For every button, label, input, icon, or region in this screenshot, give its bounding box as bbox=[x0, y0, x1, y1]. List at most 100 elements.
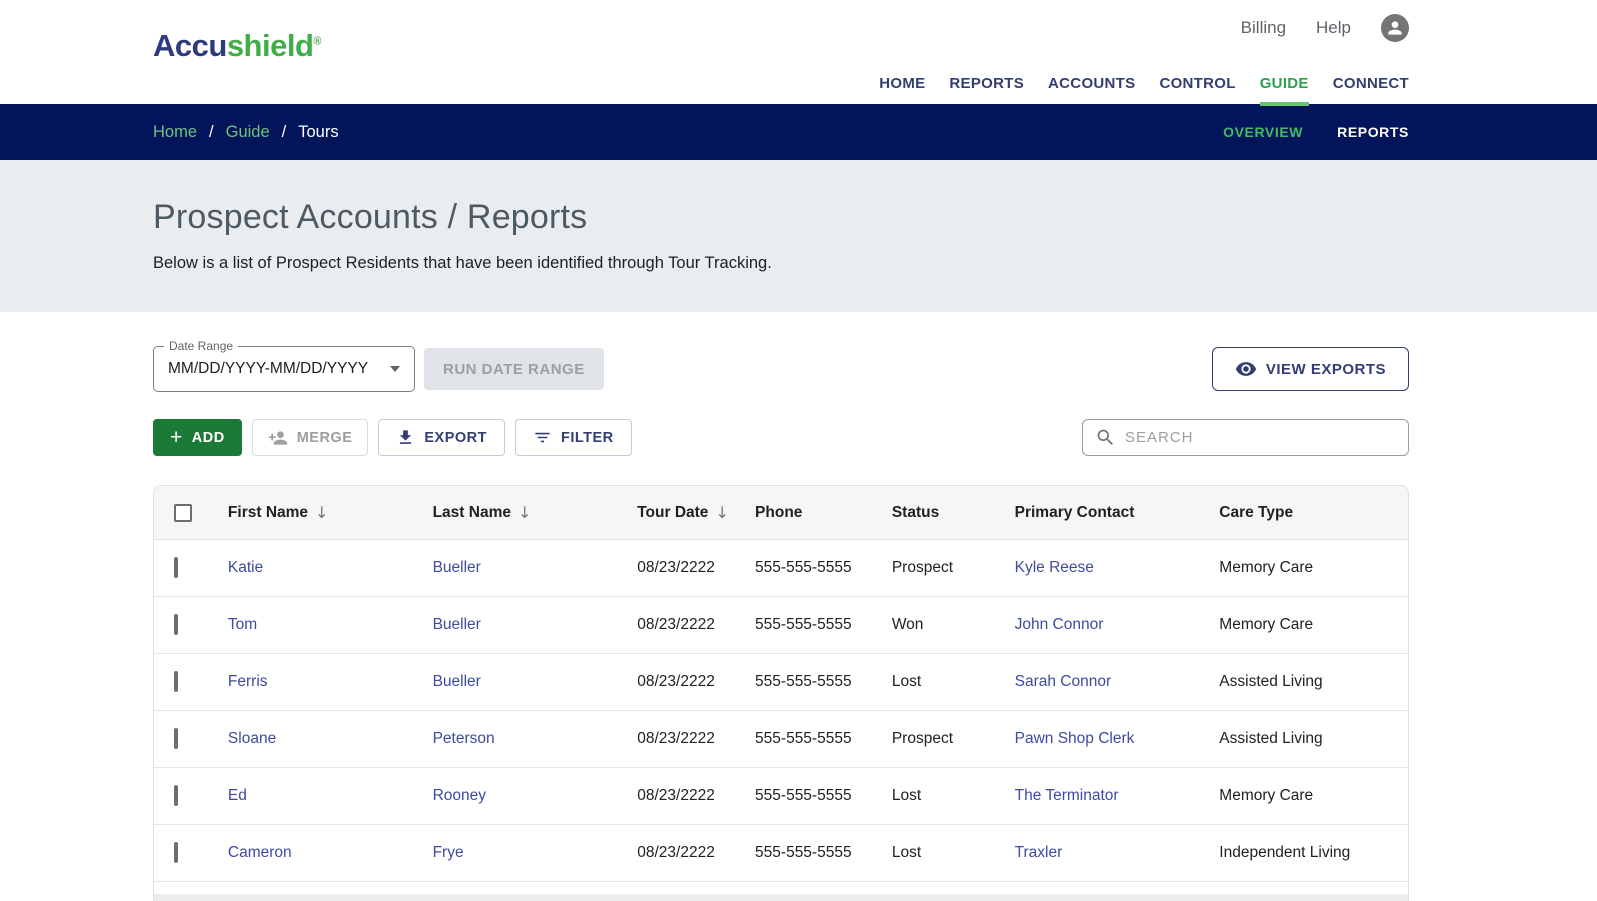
merge-label: MERGE bbox=[296, 429, 353, 446]
filter-button[interactable]: FILTER bbox=[514, 419, 632, 456]
nav-item-connect[interactable]: CONNECT bbox=[1333, 75, 1409, 94]
sort-down-icon: ↓ bbox=[517, 503, 532, 522]
column-header-phone: Phone bbox=[755, 503, 803, 521]
nav-item-reports[interactable]: REPORTS bbox=[949, 75, 1024, 94]
add-label: ADD bbox=[191, 429, 225, 446]
sort-down-icon: ↓ bbox=[315, 503, 329, 522]
export-label: EXPORT bbox=[424, 429, 487, 446]
select-all-checkbox[interactable] bbox=[174, 503, 192, 522]
primary-contact-link[interactable]: John Connor bbox=[1015, 616, 1104, 633]
nav-item-guide-active[interactable]: GUIDE bbox=[1259, 75, 1309, 106]
page-subtitle: Below is a list of Prospect Residents th… bbox=[153, 254, 772, 272]
phone-value: 555-555-5555 bbox=[755, 559, 852, 576]
registered-mark: ® bbox=[313, 35, 322, 48]
search-input[interactable] bbox=[1125, 429, 1396, 446]
view-exports-label: VIEW EXPORTS bbox=[1265, 360, 1386, 378]
last-name-link[interactable]: Frye bbox=[433, 844, 464, 861]
status-value: Lost bbox=[891, 787, 922, 804]
nav-item-control[interactable]: CONTROL bbox=[1159, 75, 1235, 94]
phone-value: 555-555-5555 bbox=[755, 730, 852, 747]
user-avatar[interactable] bbox=[1381, 14, 1409, 42]
breadcrumb-separator: / bbox=[281, 122, 287, 141]
page-title: Prospect Accounts / Reports bbox=[153, 198, 588, 236]
breadcrumb: Home / Guide / Tours bbox=[153, 123, 339, 142]
row-checkbox[interactable] bbox=[174, 842, 178, 863]
content-area: Date Range MM/DD/YYYY-MM/DD/YYYY RUN DAT… bbox=[153, 312, 1409, 901]
status-value: Lost bbox=[891, 844, 922, 861]
table-footer-strip bbox=[154, 894, 1408, 901]
run-date-range-button[interactable]: RUN DATE RANGE bbox=[424, 348, 604, 390]
breadcrumb-separator: / bbox=[209, 122, 214, 141]
add-button[interactable]: + ADD bbox=[153, 419, 242, 456]
row-checkbox[interactable] bbox=[174, 785, 178, 806]
prospects-table: First Name ↓ Last Name ↓ Tour Date ↓ Phone … bbox=[153, 485, 1409, 901]
primary-contact-link[interactable]: Traxler bbox=[1015, 844, 1063, 861]
phone-value: 555-555-5555 bbox=[755, 673, 852, 690]
tab-overview-active[interactable]: OVERVIEW bbox=[1223, 124, 1303, 140]
tab-reports[interactable]: REPORTS bbox=[1337, 124, 1409, 140]
first-name-link[interactable]: Ferris bbox=[228, 673, 268, 690]
status-value: Prospect bbox=[891, 559, 953, 576]
breadcrumb-guide[interactable]: Guide bbox=[226, 123, 270, 142]
logo-part-accu: Accu bbox=[153, 28, 227, 63]
tour-date-value: 08/23/2222 bbox=[637, 673, 715, 690]
nav-item-accounts[interactable]: ACCOUNTS bbox=[1048, 75, 1135, 94]
table-header-row: First Name ↓ Last Name ↓ Tour Date ↓ Phone … bbox=[154, 486, 1408, 540]
tour-date-value: 08/23/2222 bbox=[637, 616, 715, 633]
breadcrumb-bar: Home / Guide / Tours OVERVIEW REPORTS bbox=[0, 104, 1597, 160]
last-name-link[interactable]: Bueller bbox=[433, 673, 481, 690]
eye-icon bbox=[1235, 362, 1256, 376]
care-type-value: Memory Care bbox=[1219, 559, 1314, 576]
last-name-link[interactable]: Peterson bbox=[433, 730, 495, 747]
row-checkbox[interactable] bbox=[174, 614, 178, 635]
row-checkbox[interactable] bbox=[174, 557, 178, 578]
status-value: Lost bbox=[891, 673, 922, 690]
view-exports-button[interactable]: VIEW EXPORTS bbox=[1211, 347, 1409, 391]
date-range-value: MM/DD/YYYY-MM/DD/YYYY bbox=[168, 360, 369, 377]
last-name-link[interactable]: Rooney bbox=[433, 787, 486, 804]
row-checkbox[interactable] bbox=[174, 728, 178, 749]
primary-contact-link[interactable]: Kyle Reese bbox=[1015, 559, 1094, 576]
column-header-tour-date[interactable]: Tour Date ↓ bbox=[637, 503, 755, 522]
plus-icon: + bbox=[170, 426, 183, 449]
breadcrumb-tours: Tours bbox=[298, 122, 339, 141]
main-nav: HOME REPORTS ACCOUNTS CONTROL GUIDE CONN… bbox=[879, 75, 1409, 106]
column-header-last-name[interactable]: Last Name ↓ bbox=[433, 503, 638, 522]
table-row: Tom Bueller 08/23/2222 555-555-5555 Won … bbox=[154, 597, 1408, 654]
tour-date-value: 08/23/2222 bbox=[637, 844, 715, 861]
date-range-select[interactable]: Date Range MM/DD/YYYY-MM/DD/YYYY bbox=[153, 339, 415, 392]
care-type-value: Memory Care bbox=[1219, 787, 1314, 804]
merge-button[interactable]: MERGE bbox=[251, 419, 369, 456]
first-name-link[interactable]: Ed bbox=[228, 787, 247, 804]
nav-item-home[interactable]: HOME bbox=[879, 75, 925, 94]
primary-contact-link[interactable]: Pawn Shop Clerk bbox=[1015, 730, 1135, 747]
primary-contact-link[interactable]: The Terminator bbox=[1015, 787, 1119, 804]
status-value: Won bbox=[891, 616, 924, 633]
table-row: Katie Bueller 08/23/2222 555-555-5555 Pr… bbox=[154, 540, 1408, 597]
last-name-link[interactable]: Bueller bbox=[433, 559, 481, 576]
row-checkbox[interactable] bbox=[174, 671, 178, 692]
sort-down-icon: ↓ bbox=[715, 503, 729, 522]
search-box bbox=[1082, 419, 1409, 456]
first-name-link[interactable]: Tom bbox=[228, 616, 257, 633]
first-name-link[interactable]: Cameron bbox=[228, 844, 292, 861]
primary-contact-link[interactable]: Sarah Connor bbox=[1015, 673, 1112, 690]
download-icon bbox=[400, 430, 412, 444]
toolbar-row-date: Date Range MM/DD/YYYY-MM/DD/YYYY RUN DAT… bbox=[153, 339, 1409, 392]
export-button[interactable]: EXPORT bbox=[378, 419, 505, 456]
billing-link[interactable]: Billing bbox=[1241, 18, 1286, 38]
phone-value: 555-555-5555 bbox=[755, 844, 852, 861]
accushield-logo[interactable]: Accushield® bbox=[153, 28, 321, 64]
search-icon bbox=[1097, 429, 1113, 445]
last-name-link[interactable]: Bueller bbox=[433, 616, 481, 633]
top-header: Accushield® Billing Help HOME REPORTS AC… bbox=[0, 0, 1597, 106]
care-type-value: Assisted Living bbox=[1219, 673, 1323, 690]
column-header-first-name[interactable]: First Name ↓ bbox=[228, 503, 433, 522]
breadcrumb-home[interactable]: Home bbox=[153, 123, 197, 142]
first-name-link[interactable]: Katie bbox=[228, 559, 263, 576]
date-range-label: Date Range bbox=[164, 339, 239, 353]
column-header-care-type: Care Type bbox=[1219, 503, 1294, 521]
section-tabs: OVERVIEW REPORTS bbox=[1223, 124, 1409, 140]
first-name-link[interactable]: Sloane bbox=[228, 730, 276, 747]
help-link[interactable]: Help bbox=[1316, 18, 1351, 38]
